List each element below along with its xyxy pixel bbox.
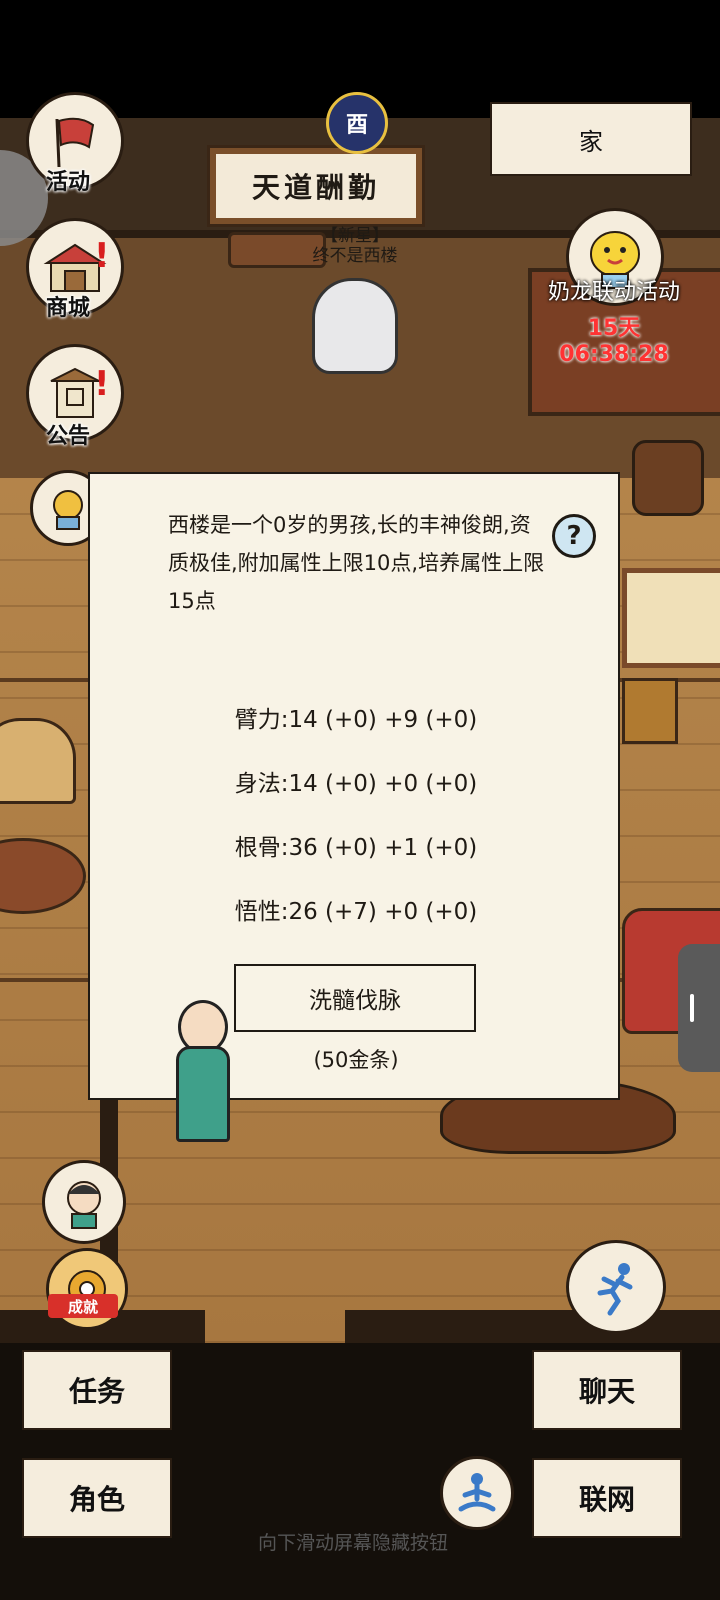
chair [0,718,76,804]
npc-nameplate[interactable]: 【新星】 终不是西楼 [300,226,410,266]
edge-scroll-handle[interactable] [678,944,720,1072]
refine-cost: (50金条) [313,1048,399,1072]
event-title: 奶龙联动活动 [547,280,680,305]
flag-icon [55,117,95,168]
shop-label: 商城 [46,296,91,321]
running-person-icon [597,1263,633,1316]
plaque-sign: 天道酬勤 [210,148,422,224]
network-button[interactable]: 联网 [532,1458,682,1538]
task-button[interactable]: 任务 [22,1350,172,1430]
achievement-label: 成就 [48,1294,118,1318]
girl-avatar-icon [67,1181,101,1229]
chest [622,678,678,744]
npc-name: 终不是西楼 [312,246,398,266]
hide-buttons-hint: 向下滑动屏幕隐藏按钮 [257,1532,448,1554]
folding-screen [622,568,720,668]
chat-button[interactable]: 聊天 [532,1350,682,1430]
meditate-button[interactable] [440,1456,514,1530]
help-button[interactable]: ? [552,514,596,558]
stat-comprehension: 悟性:26 (+7) +0 (+0) [234,899,478,925]
meditation-icon [458,1473,496,1512]
activity-label: 活动 [46,170,91,195]
refine-meridians-button[interactable]: 洗髓伐脉 [234,964,476,1032]
notice-label: 公告 [46,424,91,449]
stat-agility: 身法:14 (+0) +0 (+0) [234,771,478,797]
character-button[interactable]: 角色 [22,1458,172,1538]
npc-character[interactable] [312,278,398,374]
event-timer: 15天06:38:28 [559,316,669,367]
home-button[interactable]: 家 [490,102,692,176]
player-character[interactable] [172,1000,230,1142]
duck-avatar-icon [53,490,83,530]
run-button[interactable] [566,1240,666,1334]
npc-tag: 【新星】 [321,226,389,246]
character-description: 西楼是一个0岁的男孩,长的丰神俊朗,资质极佳,附加属性上限10点,培养属性上限1… [168,513,545,613]
character-info-dialog: 西楼是一个0岁的男孩,长的丰神俊朗,资质极佳,附加属性上限10点,培养属性上限1… [88,472,620,1100]
time-of-day-icon: 酉 [326,92,388,154]
barrel [632,440,704,516]
floor-beam [345,1310,720,1343]
shop-alert-icon: ! [94,236,110,276]
round-table [0,838,86,914]
notice-alert-icon: ! [94,364,110,404]
stat-strength: 臂力:14 (+0) +9 (+0) [234,707,478,733]
question-icon: ? [566,521,582,551]
companion-avatar-button[interactable] [42,1160,126,1244]
stat-constitution: 根骨:36 (+0) +1 (+0) [234,835,478,861]
